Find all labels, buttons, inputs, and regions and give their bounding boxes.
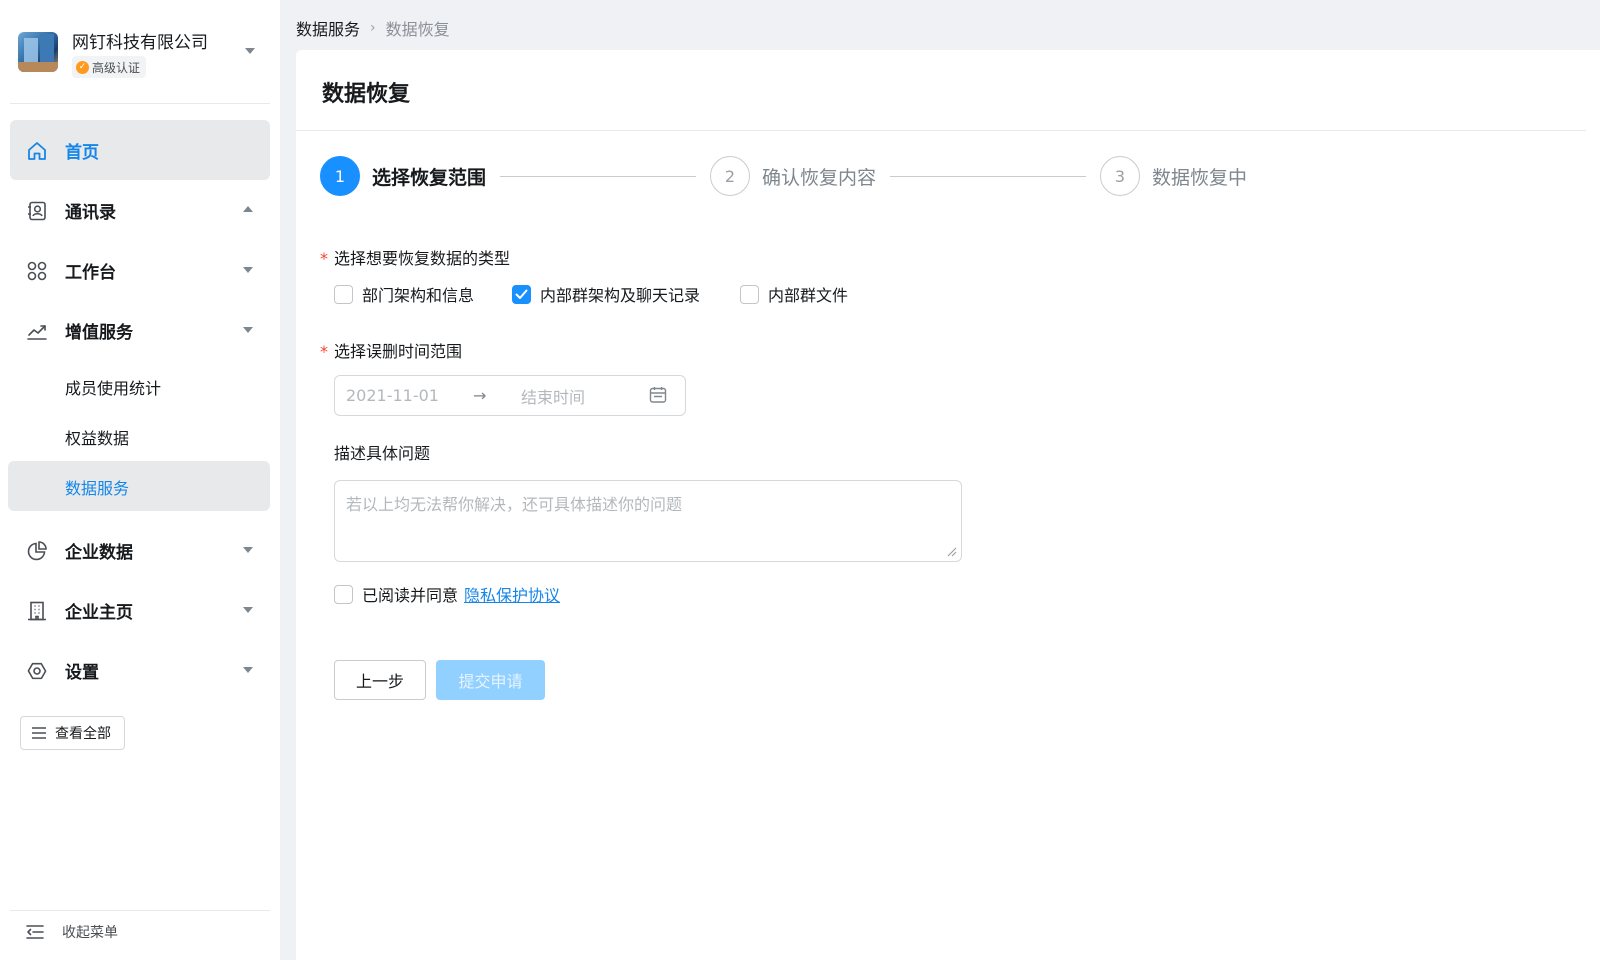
view-all-label: 查看全部 xyxy=(55,726,111,742)
step-label: 选择恢复范围 xyxy=(372,166,487,189)
collapse-menu-icon xyxy=(26,925,44,939)
privacy-policy-link[interactable]: 隐私保护协议 xyxy=(464,582,560,606)
verified-badge: ✓ 高级认证 xyxy=(72,56,147,78)
sidebar-subitem-label: 成员使用统计 xyxy=(65,379,162,398)
sidebar-item-value-added[interactable]: 增值服务 xyxy=(10,300,270,360)
checkbox-label: 部门架构和信息 xyxy=(362,286,475,305)
gear-icon xyxy=(27,662,47,680)
agreement-row: 已阅读并同意 隐私保护协议 xyxy=(334,582,560,606)
verified-badge-label: 高级认证 xyxy=(92,60,141,75)
chevron-up-icon xyxy=(243,206,253,212)
checkbox-box[interactable] xyxy=(740,284,759,304)
agreement-text: 已阅读并同意 xyxy=(362,586,459,605)
divider xyxy=(296,130,1586,131)
main-panel: 数据恢复 1 选择恢复范围 2 确认恢复内容 3 数据恢复中 * 选择想要恢复数据… xyxy=(296,50,1600,960)
checkbox-label: 内部群架构及聊天记录 xyxy=(540,286,701,305)
time-field-label: * 选择误删时间范围 xyxy=(320,338,462,362)
sidebar-item-label: 通讯录 xyxy=(65,202,116,223)
org-logo xyxy=(18,32,58,72)
sidebar-item-label: 设置 xyxy=(65,662,99,683)
type-field-label: * 选择想要恢复数据的类型 xyxy=(320,245,510,269)
chevron-down-icon xyxy=(243,547,253,553)
time-field-label-text: 选择误删时间范围 xyxy=(334,342,463,361)
step-connector xyxy=(890,176,1086,177)
checkbox-box[interactable] xyxy=(334,284,353,304)
page-title: 数据恢复 xyxy=(322,82,411,107)
step-1: 1 选择恢复范围 xyxy=(320,156,486,196)
contacts-icon xyxy=(28,201,46,221)
submit-button[interactable]: 提交申请 xyxy=(436,660,545,700)
resize-handle-icon[interactable] xyxy=(945,545,957,557)
verified-icon: ✓ xyxy=(76,60,89,74)
range-arrow: → xyxy=(473,386,487,405)
step-label: 数据恢复中 xyxy=(1152,166,1248,189)
agreement-checkbox[interactable] xyxy=(334,584,353,604)
sidebar-item-settings[interactable]: 设置 xyxy=(10,640,270,700)
sidebar-item-label: 增值服务 xyxy=(65,322,133,343)
menu-icon xyxy=(32,727,46,739)
date-range-picker[interactable]: 2021-11-01 → 结束时间 xyxy=(334,375,686,416)
view-all-button[interactable]: 查看全部 xyxy=(20,716,125,750)
check-icon xyxy=(515,289,528,299)
collapse-menu-label: 收起菜单 xyxy=(62,925,118,941)
checkbox-group-files[interactable]: 内部群文件 xyxy=(740,282,848,306)
checkbox-dept-structure[interactable]: 部门架构和信息 xyxy=(334,282,474,306)
step-connector xyxy=(500,176,696,177)
sidebar-subitem-rights-data[interactable]: 权益数据 xyxy=(8,411,270,461)
step-number: 3 xyxy=(1100,156,1140,196)
sidebar-item-label: 企业主页 xyxy=(65,602,133,623)
sidebar-item-contacts[interactable]: 通讯录 xyxy=(10,180,270,240)
chevron-down-icon xyxy=(243,607,253,613)
step-number: 1 xyxy=(320,156,360,196)
divider xyxy=(10,910,270,911)
grid-icon xyxy=(27,261,47,281)
calendar-icon xyxy=(649,387,667,403)
sidebar-subitem-member-stats[interactable]: 成员使用统计 xyxy=(8,361,270,411)
collapse-menu-button[interactable]: 收起菜单 xyxy=(26,922,118,942)
step-3: 3 数据恢复中 xyxy=(1100,156,1247,196)
end-date-input[interactable]: 结束时间 xyxy=(521,384,585,408)
sidebar-item-enterprise-data[interactable]: 企业数据 xyxy=(10,520,270,580)
sidebar-subitem-label: 权益数据 xyxy=(65,429,130,448)
sidebar-item-label: 工作台 xyxy=(65,262,116,283)
chevron-down-icon xyxy=(243,667,253,673)
type-field-label-text: 选择想要恢复数据的类型 xyxy=(334,249,511,268)
step-label: 确认恢复内容 xyxy=(762,166,877,189)
sidebar-item-workbench[interactable]: 工作台 xyxy=(10,240,270,300)
home-icon xyxy=(28,142,46,160)
checkbox-box[interactable] xyxy=(512,284,531,304)
sidebar-item-label: 首页 xyxy=(65,142,99,163)
sidebar: 网钉科技有限公司 ✓ 高级认证 首页 通讯录 工作台 增值服务 成员使用统计 权… xyxy=(0,0,280,960)
sidebar-subitem-label: 数据服务 xyxy=(65,479,130,498)
sidebar-item-home[interactable]: 首页 xyxy=(10,120,270,180)
building-icon xyxy=(28,601,46,621)
desc-field-label: 描述具体问题 xyxy=(334,444,431,463)
org-switcher[interactable]: 网钉科技有限公司 ✓ 高级认证 xyxy=(18,26,270,82)
step-2: 2 确认恢复内容 xyxy=(710,156,876,196)
description-placeholder: 若以上均无法帮你解决，还可具体描述你的问题 xyxy=(346,495,683,514)
pie-chart-icon xyxy=(27,541,47,561)
sidebar-subitem-data-service[interactable]: 数据服务 xyxy=(8,461,270,511)
start-date-input[interactable]: 2021-11-01 xyxy=(346,386,439,405)
step-number: 2 xyxy=(710,156,750,196)
description-textarea[interactable]: 若以上均无法帮你解决，还可具体描述你的问题 xyxy=(334,480,962,562)
chevron-down-icon xyxy=(243,327,253,333)
chevron-right-icon: › xyxy=(370,20,376,36)
required-mark: * xyxy=(320,342,328,361)
divider xyxy=(10,103,270,104)
breadcrumb-parent[interactable]: 数据服务 xyxy=(296,16,360,40)
sidebar-item-label: 企业数据 xyxy=(65,542,133,563)
sidebar-item-enterprise-home[interactable]: 企业主页 xyxy=(10,580,270,640)
checkbox-label: 内部群文件 xyxy=(768,286,849,305)
breadcrumb-current: 数据恢复 xyxy=(385,20,450,39)
checkbox-group-chat[interactable]: 内部群架构及聊天记录 xyxy=(512,282,700,306)
breadcrumb: 数据服务 › 数据恢复 xyxy=(296,16,450,40)
trend-icon xyxy=(27,325,47,340)
org-name: 网钉科技有限公司 xyxy=(72,33,208,53)
chevron-down-icon xyxy=(243,267,253,273)
required-mark: * xyxy=(320,249,328,268)
prev-step-button[interactable]: 上一步 xyxy=(334,660,426,700)
chevron-down-icon[interactable] xyxy=(245,48,255,54)
